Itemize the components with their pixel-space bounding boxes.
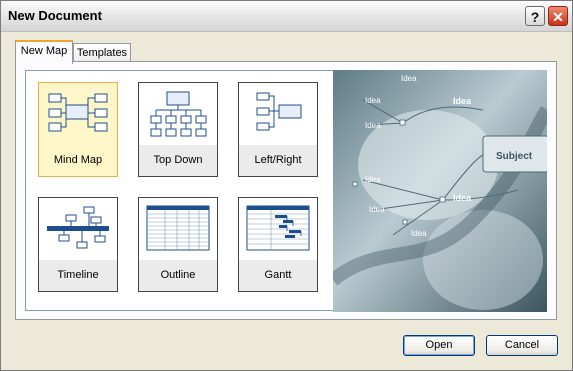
idea-label: Idea xyxy=(365,96,381,105)
gantt-icon xyxy=(246,205,310,251)
template-mind-map[interactable]: Mind Map xyxy=(38,82,118,177)
left-right-icon xyxy=(256,92,302,131)
top-down-icon xyxy=(150,91,207,137)
template-label: Top Down xyxy=(139,145,217,176)
template-top-down[interactable]: Top Down xyxy=(138,82,218,177)
tab-templates[interactable]: Templates xyxy=(73,43,131,61)
timeline-icon xyxy=(47,206,109,249)
template-gantt[interactable]: Gantt xyxy=(238,197,318,292)
idea-label: Idea xyxy=(401,74,417,83)
template-timeline[interactable]: Timeline xyxy=(38,197,118,292)
template-label: Outline xyxy=(139,260,217,291)
subject-label: Subject xyxy=(496,151,533,162)
idea-label: Idea xyxy=(365,121,381,130)
idea-label: Idea xyxy=(453,96,472,106)
title-bar: New Document ? ✕ xyxy=(1,1,572,32)
template-label: Mind Map xyxy=(39,145,117,176)
outline-icon xyxy=(146,205,210,251)
template-label: Timeline xyxy=(39,260,117,291)
help-button[interactable]: ? xyxy=(525,6,545,26)
preview-image: Idea Idea Idea Idea Idea Idea Idea Idea … xyxy=(333,70,547,312)
mind-map-icon xyxy=(48,93,108,132)
open-button[interactable]: Open xyxy=(403,335,475,356)
idea-label: Idea xyxy=(453,193,472,203)
template-label: Left/Right xyxy=(239,145,317,176)
cancel-button[interactable]: Cancel xyxy=(486,335,558,356)
dialog-title: New Document xyxy=(8,8,102,23)
template-left-right[interactable]: Left/Right xyxy=(238,82,318,177)
idea-label: Idea xyxy=(365,175,381,184)
close-button[interactable]: ✕ xyxy=(548,6,568,26)
template-label: Gantt xyxy=(239,260,317,291)
idea-label: Idea xyxy=(369,205,385,214)
idea-label: Idea xyxy=(411,229,427,238)
tab-new-map[interactable]: New Map xyxy=(15,40,73,64)
template-outline[interactable]: Outline xyxy=(138,197,218,292)
